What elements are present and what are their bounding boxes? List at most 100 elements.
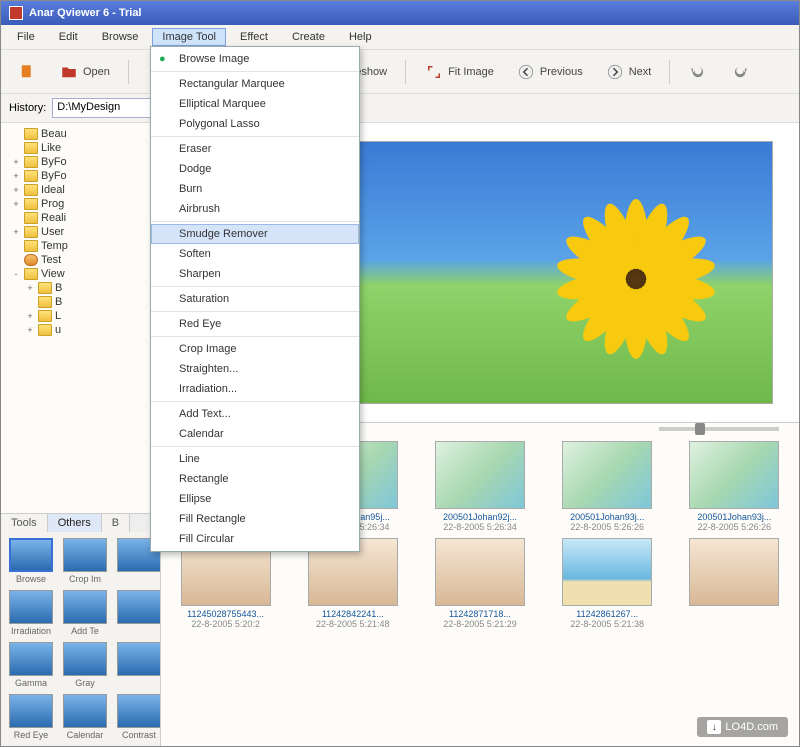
tool-cell[interactable]: Irradiation — [5, 588, 57, 638]
tree-item[interactable]: +u — [3, 323, 158, 337]
tree-item[interactable]: +Ideal — [3, 183, 158, 197]
tree-expand-icon[interactable]: + — [11, 171, 21, 181]
tool-label: Browse — [7, 574, 55, 584]
menu-browse[interactable]: Browse — [92, 28, 149, 46]
menu-effect[interactable]: Effect — [230, 28, 278, 46]
thumbnail-item[interactable]: 200501Johan93j...22-8-2005 5:26:26 — [676, 441, 793, 532]
tree-expand-icon[interactable]: + — [25, 325, 35, 335]
tool-thumb — [63, 538, 107, 572]
tree-item[interactable]: +ByFo — [3, 169, 158, 183]
menu-item-burn[interactable]: Burn — [151, 179, 359, 199]
menu-item-soften[interactable]: Soften — [151, 244, 359, 264]
tool-cell[interactable]: Calendar — [59, 692, 111, 742]
menu-item-label: Calendar — [179, 428, 224, 440]
zoom-handle[interactable] — [695, 423, 705, 435]
thumbnail-item[interactable]: 200501Johan93j...22-8-2005 5:26:26 — [549, 441, 666, 532]
image-tool-dropdown[interactable]: ●Browse Image Rectangular MarqueeElliptic… — [150, 46, 360, 552]
menu-item-label: Line — [179, 453, 200, 465]
thumbnail-item[interactable] — [676, 538, 793, 629]
tool-cell[interactable]: Browse — [5, 536, 57, 586]
menu-item-line[interactable]: Line — [151, 449, 359, 469]
menu-item-fill-circular[interactable]: Fill Circular — [151, 529, 359, 549]
zoom-track[interactable] — [659, 427, 779, 431]
tool-cell[interactable]: Contrast — [113, 692, 160, 742]
tree-item[interactable]: +ByFo — [3, 155, 158, 169]
tree-expand-icon[interactable]: + — [25, 311, 35, 321]
tree-expand-icon[interactable]: + — [11, 185, 21, 195]
fit-image-button[interactable]: Fit Image — [416, 58, 502, 86]
tree-item[interactable]: Reali — [3, 211, 158, 225]
open-button[interactable]: Open — [51, 58, 118, 86]
previous-button[interactable]: Previous — [508, 58, 591, 86]
menu-image-tool[interactable]: Image Tool — [152, 28, 226, 46]
tab-b[interactable]: B — [102, 514, 130, 532]
tab-tools[interactable]: Tools — [1, 514, 48, 532]
thumbnail-image — [435, 441, 525, 509]
tree-item[interactable]: B — [3, 295, 158, 309]
menu-file[interactable]: File — [7, 28, 45, 46]
tree-expand-icon[interactable]: + — [25, 283, 35, 293]
menu-item-irradiation-[interactable]: Irradiation... — [151, 379, 359, 399]
menu-item-calendar[interactable]: Calendar — [151, 424, 359, 444]
menu-item-red-eye[interactable]: Red Eye — [151, 314, 359, 334]
thumbnail-item[interactable]: 11242871718...22-8-2005 5:21:29 — [421, 538, 538, 629]
folder-icon — [24, 184, 38, 196]
tree-expand-icon[interactable]: + — [11, 199, 21, 209]
thumbnail-filename: 11242842241... — [322, 609, 384, 619]
menu-item-straighten-[interactable]: Straighten... — [151, 359, 359, 379]
content-area: BeauLike+ByFo+ByFo+Ideal+ProgReali+UserT… — [1, 123, 799, 746]
undo-button[interactable] — [680, 58, 716, 86]
next-button[interactable]: Next — [597, 58, 660, 86]
menu-item-polygonal-lasso[interactable]: Polygonal Lasso — [151, 114, 359, 134]
menu-item-fill-rectangle[interactable]: Fill Rectangle — [151, 509, 359, 529]
tool-cell[interactable] — [113, 588, 160, 638]
folder-tree[interactable]: BeauLike+ByFo+ByFo+Ideal+ProgReali+UserT… — [1, 123, 160, 513]
menu-item-smudge-remover[interactable]: Smudge Remover — [151, 224, 359, 244]
tool-label: Contrast — [115, 730, 160, 740]
menu-item-eraser[interactable]: Eraser — [151, 139, 359, 159]
tool-cell[interactable]: Add Te — [59, 588, 111, 638]
tree-expand-icon[interactable]: - — [11, 269, 21, 279]
new-document-button[interactable] — [9, 58, 45, 86]
menu-item-label: Smudge Remover — [179, 228, 268, 240]
tab-others[interactable]: Others — [48, 514, 102, 532]
menu-item-rectangle[interactable]: Rectangle — [151, 469, 359, 489]
menu-item-sharpen[interactable]: Sharpen — [151, 264, 359, 284]
tool-cell[interactable] — [113, 640, 160, 690]
tree-item[interactable]: +L — [3, 309, 158, 323]
menu-item-rectangular-marquee[interactable]: Rectangular Marquee — [151, 74, 359, 94]
menu-help[interactable]: Help — [339, 28, 382, 46]
tree-item[interactable]: +Prog — [3, 197, 158, 211]
tree-item[interactable]: Beau — [3, 127, 158, 141]
menu-create[interactable]: Create — [282, 28, 335, 46]
tool-cell[interactable]: Red Eye — [5, 692, 57, 742]
menu-item-saturation[interactable]: Saturation — [151, 289, 359, 309]
tree-label: User — [41, 226, 64, 238]
tree-item[interactable]: + User — [3, 225, 158, 239]
tree-item[interactable]: Test — [3, 253, 158, 267]
redo-button[interactable] — [722, 58, 758, 86]
tool-thumb — [117, 590, 160, 624]
menu-edit[interactable]: Edit — [49, 28, 88, 46]
tool-cell[interactable]: Crop Im — [59, 536, 111, 586]
tree-expand-icon[interactable]: + — [11, 227, 21, 237]
tool-cell[interactable]: Gray — [59, 640, 111, 690]
thumbnail-item[interactable]: 11242861267...22-8-2005 5:21:38 — [549, 538, 666, 629]
thumbnail-item[interactable]: 200501Johan92j...22-8-2005 5:26:34 — [421, 441, 538, 532]
folder-icon — [24, 240, 38, 252]
menu-item-dodge[interactable]: Dodge — [151, 159, 359, 179]
tool-cell[interactable]: Gamma — [5, 640, 57, 690]
tree-item[interactable]: Like — [3, 141, 158, 155]
tree-item[interactable]: -View — [3, 267, 158, 281]
tree-expand-icon[interactable]: + — [11, 157, 21, 167]
menu-item-elliptical-marquee[interactable]: Elliptical Marquee — [151, 94, 359, 114]
menu-item-browse-image[interactable]: ●Browse Image — [151, 49, 359, 69]
menu-item-crop-image[interactable]: Crop Image — [151, 339, 359, 359]
thumbnail-filename: 200501Johan92j... — [443, 512, 517, 522]
menu-item-airbrush[interactable]: Airbrush — [151, 199, 359, 219]
tree-item[interactable]: Temp — [3, 239, 158, 253]
menu-item-add-text-[interactable]: Add Text... — [151, 404, 359, 424]
menu-item-ellipse[interactable]: Ellipse — [151, 489, 359, 509]
fit-icon — [424, 62, 444, 82]
tree-item[interactable]: +B — [3, 281, 158, 295]
